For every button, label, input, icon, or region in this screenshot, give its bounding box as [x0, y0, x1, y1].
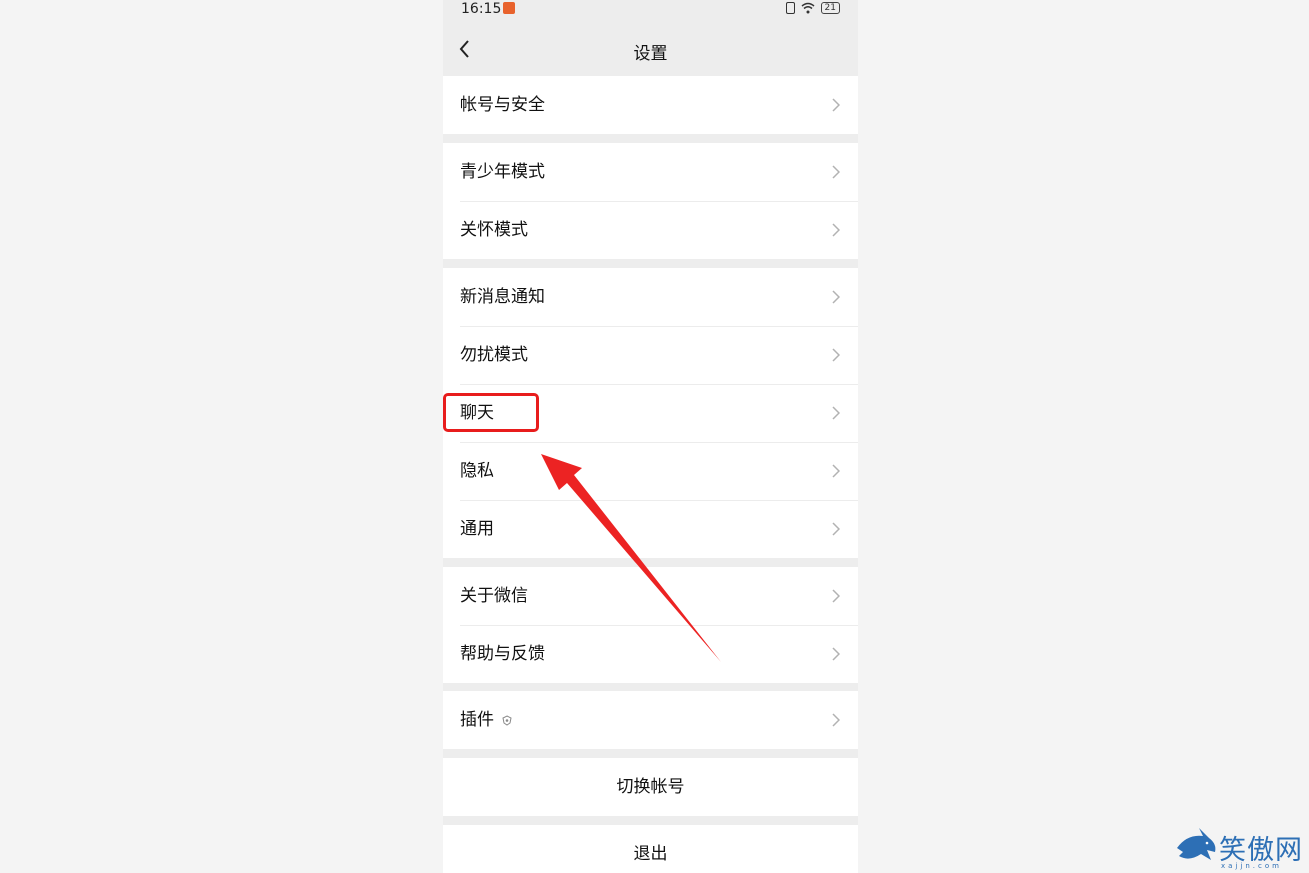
shark-logo-icon	[1177, 828, 1216, 860]
annotation-arrow	[541, 454, 721, 662]
watermark-url: xajjn.com	[1221, 862, 1282, 870]
watermark: 笑傲网 xajjn.com	[1173, 826, 1309, 873]
